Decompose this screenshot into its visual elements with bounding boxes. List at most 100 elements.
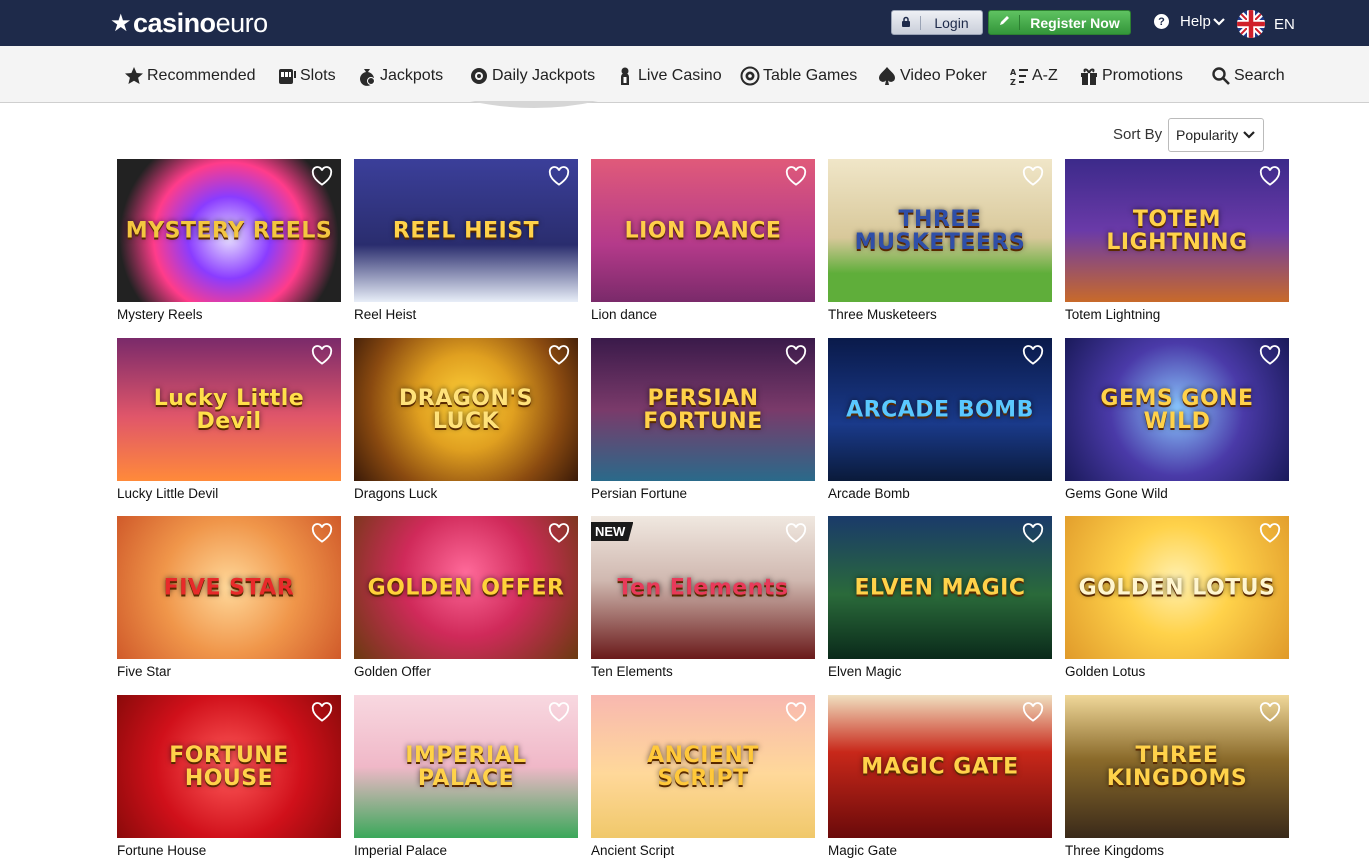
nav-promotions[interactable]: Promotions	[1079, 66, 1183, 86]
game-title[interactable]: Three Kingdoms	[1065, 843, 1164, 858]
casinoeuro-logo[interactable]: ★ casino euro	[110, 6, 268, 40]
game-title[interactable]: Golden Lotus	[1065, 664, 1145, 679]
game-title[interactable]: Dragons Luck	[354, 486, 437, 501]
game-thumbnail[interactable]: FIVE STAR	[117, 516, 341, 659]
game-title[interactable]: Totem Lightning	[1065, 307, 1160, 322]
favorite-heart-icon[interactable]	[1259, 702, 1281, 722]
favorite-heart-icon[interactable]	[785, 166, 807, 186]
game-thumbnail[interactable]: MYSTERY REELS	[117, 159, 341, 302]
game-logo-text: ELVEN MAGIC	[854, 574, 1026, 600]
favorite-heart-icon[interactable]	[548, 166, 570, 186]
game-logo-text: Lucky Little Devil	[153, 385, 305, 434]
nav-daily-jackpots[interactable]: Daily Jackpots	[469, 66, 595, 86]
favorite-heart-icon[interactable]	[1259, 166, 1281, 186]
favorite-heart-icon[interactable]	[311, 166, 333, 186]
game-title[interactable]: Five Star	[117, 664, 171, 679]
game-thumbnail[interactable]: Ten Elements NEW	[591, 516, 815, 659]
register-label: Register Now	[1030, 14, 1120, 31]
game-logo-text: FORTUNE HOUSE	[169, 742, 289, 791]
gift-icon	[1079, 66, 1099, 86]
nav-recommended[interactable]: Recommended	[124, 66, 256, 86]
game-thumbnail[interactable]: GEMS GONE WILD	[1065, 338, 1289, 481]
nav-a-z[interactable]: AZ A-Z	[1009, 66, 1058, 86]
game-title[interactable]: Ancient Script	[591, 843, 674, 858]
game-logo-text: IMPERIAL PALACE	[405, 742, 527, 791]
help-menu[interactable]: ? Help	[1154, 13, 1225, 30]
roulette-icon	[740, 66, 760, 86]
game-logo-text: FIVE STAR	[163, 574, 295, 600]
nav-video-poker[interactable]: Video Poker	[877, 66, 987, 86]
lock-icon	[892, 15, 921, 30]
favorite-heart-icon[interactable]	[785, 523, 807, 543]
game-title[interactable]: Lion dance	[591, 307, 657, 322]
favorite-heart-icon[interactable]	[548, 702, 570, 722]
game-title[interactable]: Elven Magic	[828, 664, 902, 679]
game-logo-text: GOLDEN LOTUS	[1078, 574, 1276, 600]
game-logo-text: THREE KINGDOMS	[1106, 742, 1248, 791]
game-title[interactable]: Three Musketeers	[828, 307, 937, 322]
game-title[interactable]: Lucky Little Devil	[117, 486, 218, 501]
spade-icon	[877, 66, 897, 86]
game-thumbnail[interactable]: PERSIAN FORTUNE	[591, 338, 815, 481]
game-thumbnail[interactable]: REEL HEIST	[354, 159, 578, 302]
game-title[interactable]: Imperial Palace	[354, 843, 447, 858]
game-thumbnail[interactable]: FORTUNE HOUSE	[117, 695, 341, 838]
help-label: Help	[1180, 13, 1211, 30]
favorite-heart-icon[interactable]	[311, 345, 333, 365]
game-title[interactable]: Mystery Reels	[117, 307, 203, 322]
nav-slots[interactable]: Slots	[277, 66, 336, 86]
favorite-heart-icon[interactable]	[1022, 702, 1044, 722]
game-title[interactable]: Ten Elements	[591, 664, 673, 679]
new-badge: NEW	[591, 522, 634, 541]
favorite-heart-icon[interactable]	[311, 523, 333, 543]
slot-machine-icon	[277, 66, 297, 86]
favorite-heart-icon[interactable]	[1022, 523, 1044, 543]
language-selector[interactable]: EN	[1237, 10, 1295, 38]
nav-live-casino[interactable]: Live Casino	[615, 66, 722, 86]
favorite-heart-icon[interactable]	[311, 702, 333, 722]
favorite-heart-icon[interactable]	[1022, 166, 1044, 186]
nav-search[interactable]: Search	[1211, 66, 1285, 86]
game-logo-text: DRAGON'S LUCK	[399, 385, 533, 434]
game-title[interactable]: Reel Heist	[354, 307, 416, 322]
game-thumbnail[interactable]: IMPERIAL PALACE	[354, 695, 578, 838]
game-title[interactable]: Golden Offer	[354, 664, 431, 679]
nav-jackpots[interactable]: Jackpots	[357, 66, 443, 86]
login-button[interactable]: Login	[891, 10, 983, 35]
chevron-down-icon	[1243, 128, 1255, 145]
game-thumbnail[interactable]: GOLDEN LOTUS	[1065, 516, 1289, 659]
game-thumbnail[interactable]: Lucky Little Devil	[117, 338, 341, 481]
register-button[interactable]: Register Now	[988, 10, 1131, 35]
game-thumbnail[interactable]: MAGIC GATE	[828, 695, 1052, 838]
logo-star-icon: ★	[110, 9, 132, 37]
favorite-heart-icon[interactable]	[785, 702, 807, 722]
game-thumbnail[interactable]: LION DANCE	[591, 159, 815, 302]
gear-badge-icon	[469, 66, 489, 86]
favorite-heart-icon[interactable]	[1259, 345, 1281, 365]
game-title[interactable]: Persian Fortune	[591, 486, 687, 501]
star-icon	[124, 66, 144, 86]
game-thumbnail[interactable]: ANCIENT SCRIPT	[591, 695, 815, 838]
game-thumbnail[interactable]: GOLDEN OFFER	[354, 516, 578, 659]
game-title[interactable]: Arcade Bomb	[828, 486, 910, 501]
nav-table-games[interactable]: Table Games	[740, 66, 857, 86]
favorite-heart-icon[interactable]	[548, 345, 570, 365]
pencil-icon	[989, 15, 1020, 30]
sort-dropdown[interactable]: Popularity	[1168, 118, 1264, 152]
game-thumbnail[interactable]: TOTEM LIGHTNING	[1065, 159, 1289, 302]
game-thumbnail[interactable]: THREE MUSKETEERS	[828, 159, 1052, 302]
svg-text:Z: Z	[1010, 78, 1016, 86]
favorite-heart-icon[interactable]	[785, 345, 807, 365]
game-logo-text: ARCADE BOMB	[846, 396, 1034, 422]
favorite-heart-icon[interactable]	[1022, 345, 1044, 365]
game-thumbnail[interactable]: ELVEN MAGIC	[828, 516, 1052, 659]
favorite-heart-icon[interactable]	[1259, 523, 1281, 543]
game-title[interactable]: Fortune House	[117, 843, 206, 858]
game-thumbnail[interactable]: ARCADE BOMB	[828, 338, 1052, 481]
game-title[interactable]: Magic Gate	[828, 843, 897, 858]
game-title[interactable]: Gems Gone Wild	[1065, 486, 1168, 501]
game-thumbnail[interactable]: THREE KINGDOMS	[1065, 695, 1289, 838]
game-thumbnail[interactable]: DRAGON'S LUCK	[354, 338, 578, 481]
game-logo-text: REEL HEIST	[392, 217, 540, 243]
favorite-heart-icon[interactable]	[548, 523, 570, 543]
